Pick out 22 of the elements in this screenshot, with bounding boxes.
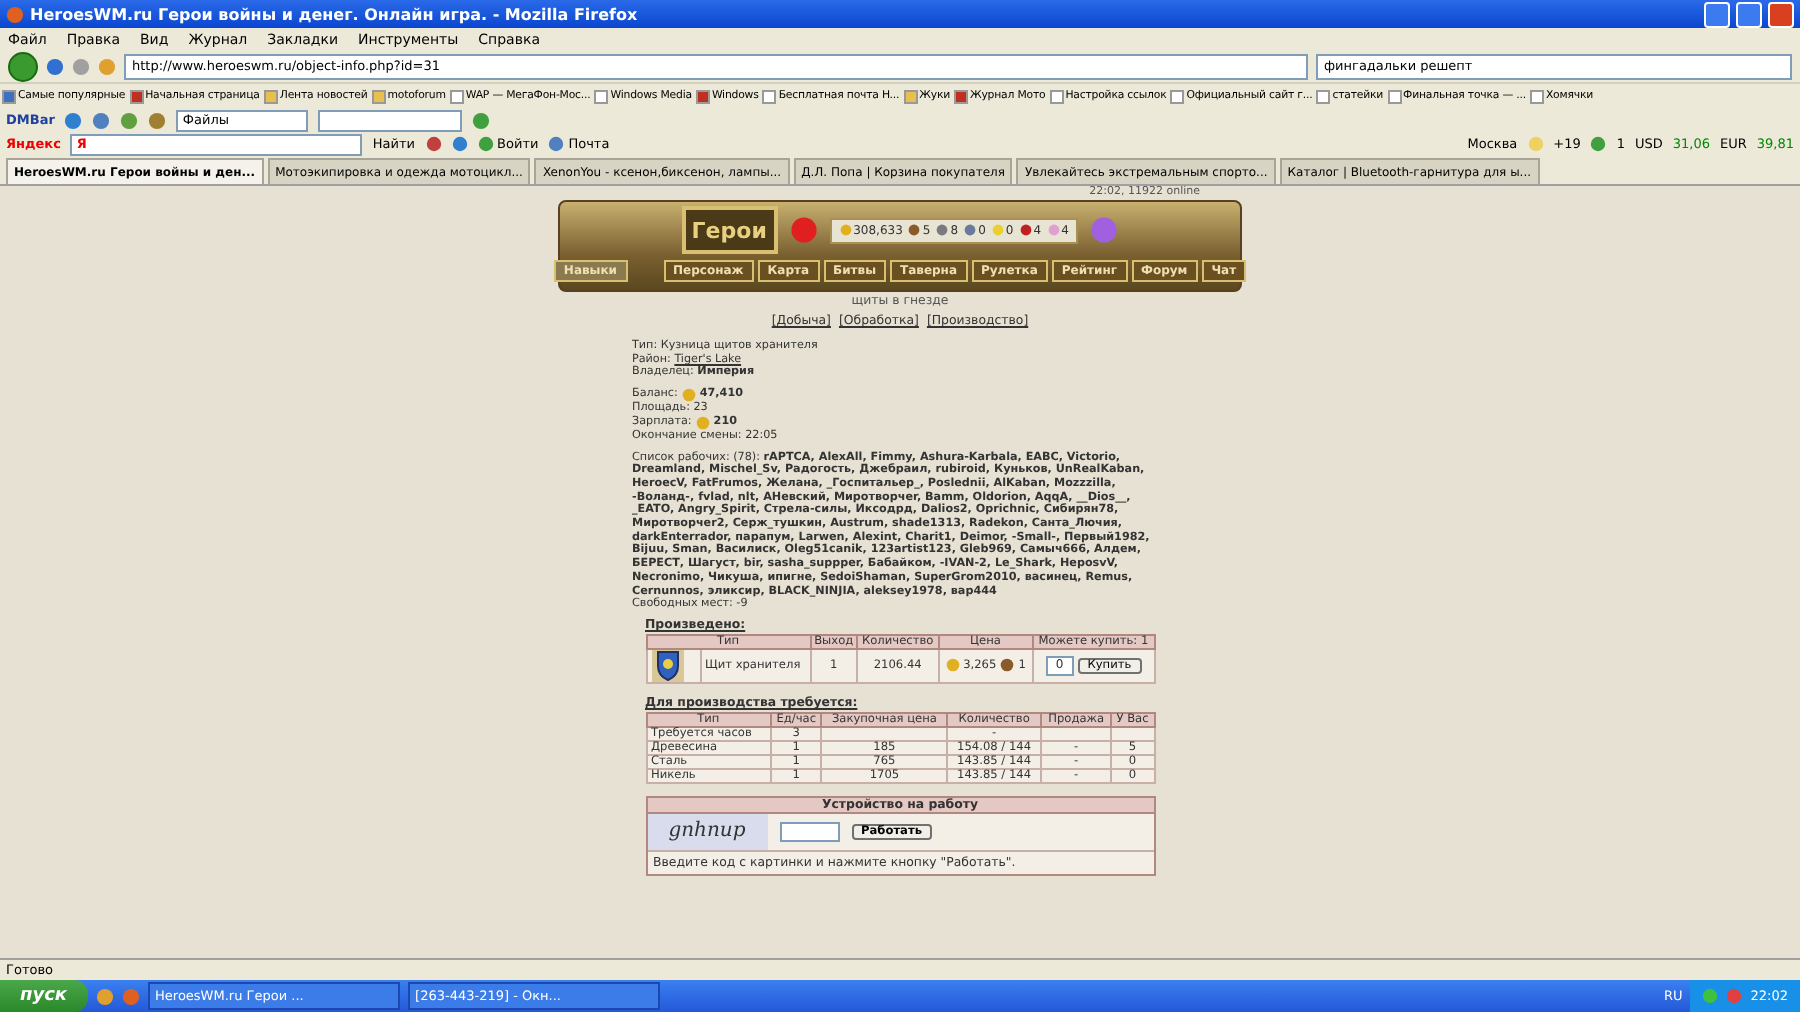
back-button[interactable]: [8, 51, 38, 81]
toolbar-field[interactable]: [318, 109, 463, 131]
circle-icon: [64, 111, 83, 129]
code-field[interactable]: [779, 821, 839, 842]
maximize-button[interactable]: [1736, 1, 1762, 27]
page-icon: [1170, 89, 1185, 103]
circle-icon: [120, 111, 139, 129]
page-icon: [1316, 89, 1331, 103]
close-button[interactable]: [1768, 1, 1794, 27]
page-icon: [594, 89, 609, 103]
minimize-button[interactable]: [1704, 1, 1730, 27]
start-button[interactable]: пуск: [0, 980, 88, 1012]
captcha-image: gnhnup: [647, 813, 767, 850]
page-icon: [449, 89, 464, 103]
page-icon: [1529, 89, 1544, 103]
circle-icon: [148, 111, 167, 129]
page-icon: [762, 89, 777, 103]
window-title: HeroesWM.ru Герои войны и денег. Онлайн игра. - Mozilla Firefox: [30, 5, 640, 23]
circle-icon: [92, 111, 111, 129]
game-logo: Герои: [681, 206, 778, 254]
page-icon: [1049, 89, 1064, 103]
page-icon: [1387, 89, 1402, 103]
